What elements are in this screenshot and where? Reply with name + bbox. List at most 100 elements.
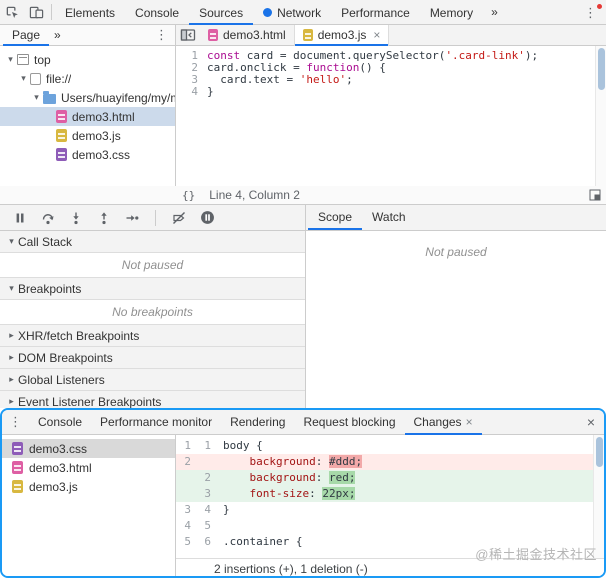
section-xhr-fetch-breakpoints[interactable]: ▸ XHR/fetch Breakpoints bbox=[0, 325, 305, 347]
tab-performance[interactable]: Performance bbox=[331, 0, 420, 25]
editor-tab-demo3-html[interactable]: demo3.html bbox=[200, 24, 295, 46]
pretty-print-icon[interactable]: {} bbox=[182, 189, 195, 202]
diff-token: .container { bbox=[223, 535, 303, 548]
pause-on-exceptions-icon[interactable] bbox=[199, 210, 215, 226]
diff-code bbox=[211, 518, 223, 534]
changes-file-demo3-js[interactable]: demo3.js bbox=[2, 477, 175, 496]
expander-icon[interactable]: ▾ bbox=[4, 54, 17, 65]
drawer-tab-changes[interactable]: Changes × bbox=[405, 410, 482, 435]
drawer-menu-button[interactable]: ⋮ bbox=[2, 414, 29, 430]
step-into-icon[interactable] bbox=[68, 210, 84, 226]
close-tab-icon[interactable]: × bbox=[466, 410, 473, 435]
pause-icon[interactable] bbox=[12, 210, 28, 226]
toolbar-divider bbox=[51, 4, 52, 20]
section-dom-breakpoints[interactable]: ▸ DOM Breakpoints bbox=[0, 347, 305, 369]
tab-page[interactable]: Page bbox=[3, 25, 49, 46]
sub-toolbar-row: Page » ⋮ demo3.html demo3.js × bbox=[0, 24, 606, 46]
watermark: @稀土掘金技术社区 bbox=[475, 547, 597, 562]
diff-row: 2 background: #ddd; bbox=[176, 454, 604, 470]
html-file-icon bbox=[12, 461, 23, 474]
code-line: 3 card.text = 'hello'; bbox=[176, 74, 606, 86]
section-event-listener-breakpoints[interactable]: ▸ Event Listener Breakpoints bbox=[0, 391, 305, 408]
tree-item-demo3-css[interactable]: demo3.css bbox=[0, 145, 175, 164]
drawer-tab-request-blocking[interactable]: Request blocking bbox=[294, 410, 404, 435]
tab-sources[interactable]: Sources bbox=[189, 0, 253, 25]
tree-item-demo3-html[interactable]: demo3.html bbox=[0, 107, 175, 126]
step-icon[interactable] bbox=[124, 210, 140, 226]
drawer-tab-rendering[interactable]: Rendering bbox=[221, 410, 294, 435]
tree-item-demo3-js[interactable]: demo3.js bbox=[0, 126, 175, 145]
changes-file-demo3-css[interactable]: demo3.css bbox=[2, 439, 175, 458]
code-editor[interactable]: 1 const card = document.querySelector('.c… bbox=[176, 46, 606, 186]
tree-item-top[interactable]: ▾ top bbox=[0, 50, 175, 69]
diff-token: 22px; bbox=[322, 487, 356, 500]
step-out-icon[interactable] bbox=[96, 210, 112, 226]
drawer-tab-label: Performance monitor bbox=[100, 414, 213, 429]
diff-row: 3 4} bbox=[176, 502, 604, 518]
diff-token: #ddd; bbox=[328, 455, 363, 468]
tab-memory[interactable]: Memory bbox=[420, 0, 483, 25]
new-line-number bbox=[196, 454, 211, 470]
navigator-menu-button[interactable]: ⋮ bbox=[148, 27, 175, 43]
old-line-number bbox=[176, 470, 191, 486]
diff-token: background bbox=[249, 455, 316, 468]
close-tab-icon[interactable]: × bbox=[373, 28, 380, 42]
editor-tab-demo3-js[interactable]: demo3.js × bbox=[294, 24, 390, 46]
debugger-sections: ▾ Call Stack Not paused ▾ Breakpoints No brea… bbox=[0, 231, 305, 408]
section-breakpoints[interactable]: ▾ Breakpoints bbox=[0, 278, 305, 300]
inspect-element-icon[interactable] bbox=[0, 0, 24, 25]
tab-elements[interactable]: Elements bbox=[55, 0, 125, 25]
changes-file-list: demo3.css demo3.html demo3.js bbox=[2, 435, 176, 576]
drawer-tab-label: Console bbox=[38, 414, 83, 429]
device-toolbar-icon[interactable] bbox=[24, 0, 48, 25]
diff-code: font-size: 22px; bbox=[211, 486, 356, 502]
more-panels-button[interactable]: » bbox=[483, 0, 506, 25]
drawer-tab-label: Changes bbox=[413, 414, 462, 429]
old-line-number: 1 bbox=[184, 439, 191, 452]
drawer-tab-performance-monitor[interactable]: Performance monitor bbox=[91, 410, 221, 435]
tab-watch[interactable]: Watch bbox=[362, 205, 416, 230]
file-label: demo3.html bbox=[29, 460, 92, 475]
drawer-tab-label: Request blocking bbox=[303, 414, 396, 429]
diff-row: 1 1 body { bbox=[176, 438, 604, 454]
editor-options-icon[interactable] bbox=[589, 189, 601, 201]
navigator-tab-bar: Page » ⋮ bbox=[0, 25, 176, 45]
debugger-toolbar bbox=[0, 205, 305, 231]
editor-scrollbar[interactable] bbox=[595, 46, 606, 186]
expander-icon[interactable]: ▾ bbox=[30, 92, 43, 103]
code-token: } bbox=[207, 85, 214, 98]
js-file-icon bbox=[12, 480, 23, 493]
tab-console[interactable]: Console bbox=[125, 0, 189, 25]
navigator-more-tabs-button[interactable]: » bbox=[49, 28, 66, 42]
hide-navigator-icon[interactable] bbox=[176, 25, 200, 46]
scope-panel: Scope Watch Not paused bbox=[306, 205, 606, 408]
expander-icon: ▾ bbox=[9, 236, 14, 246]
diff-code: body { bbox=[211, 438, 263, 454]
tab-network[interactable]: Network bbox=[253, 0, 331, 25]
section-call-stack[interactable]: ▾ Call Stack bbox=[0, 231, 305, 253]
drawer-tab-label: Rendering bbox=[230, 414, 286, 429]
step-over-icon[interactable] bbox=[40, 210, 56, 226]
deactivate-breakpoints-icon[interactable] bbox=[171, 210, 187, 226]
tree-item-file[interactable]: ▾ file:// bbox=[0, 69, 175, 88]
file-navigator: ▾ top ▾ file://▾ Users/huayifeng/my/m demo3.h… bbox=[0, 46, 176, 186]
drawer-tab-console[interactable]: Console bbox=[29, 410, 91, 435]
line-number[interactable]: 4 bbox=[176, 86, 198, 98]
diff-token: body { bbox=[223, 439, 263, 452]
section-global-listeners[interactable]: ▸ Global Listeners bbox=[0, 369, 305, 391]
section-title: Breakpoints bbox=[18, 281, 82, 296]
drawer-close-button[interactable]: × bbox=[578, 414, 604, 430]
diff-scrollbar[interactable] bbox=[593, 435, 604, 558]
changes-file-demo3-html[interactable]: demo3.html bbox=[2, 458, 175, 477]
file-origin-icon bbox=[30, 72, 41, 85]
tree-item-users-huayifeng-my-m[interactable]: ▾ Users/huayifeng/my/m bbox=[0, 88, 175, 107]
tab-scope[interactable]: Scope bbox=[308, 205, 362, 230]
drawer-tab-bar: ⋮ Console Performance monitor Rendering Req… bbox=[2, 410, 604, 435]
scrollbar-thumb[interactable] bbox=[596, 437, 603, 467]
toolbar-divider bbox=[155, 209, 156, 226]
expander-icon[interactable]: ▾ bbox=[17, 73, 30, 84]
diff-code: background: #ddd; bbox=[211, 454, 363, 470]
section-title: DOM Breakpoints bbox=[18, 350, 113, 365]
devtools-menu-button[interactable]: ⋮ bbox=[575, 0, 606, 25]
scrollbar-thumb[interactable] bbox=[598, 48, 605, 90]
